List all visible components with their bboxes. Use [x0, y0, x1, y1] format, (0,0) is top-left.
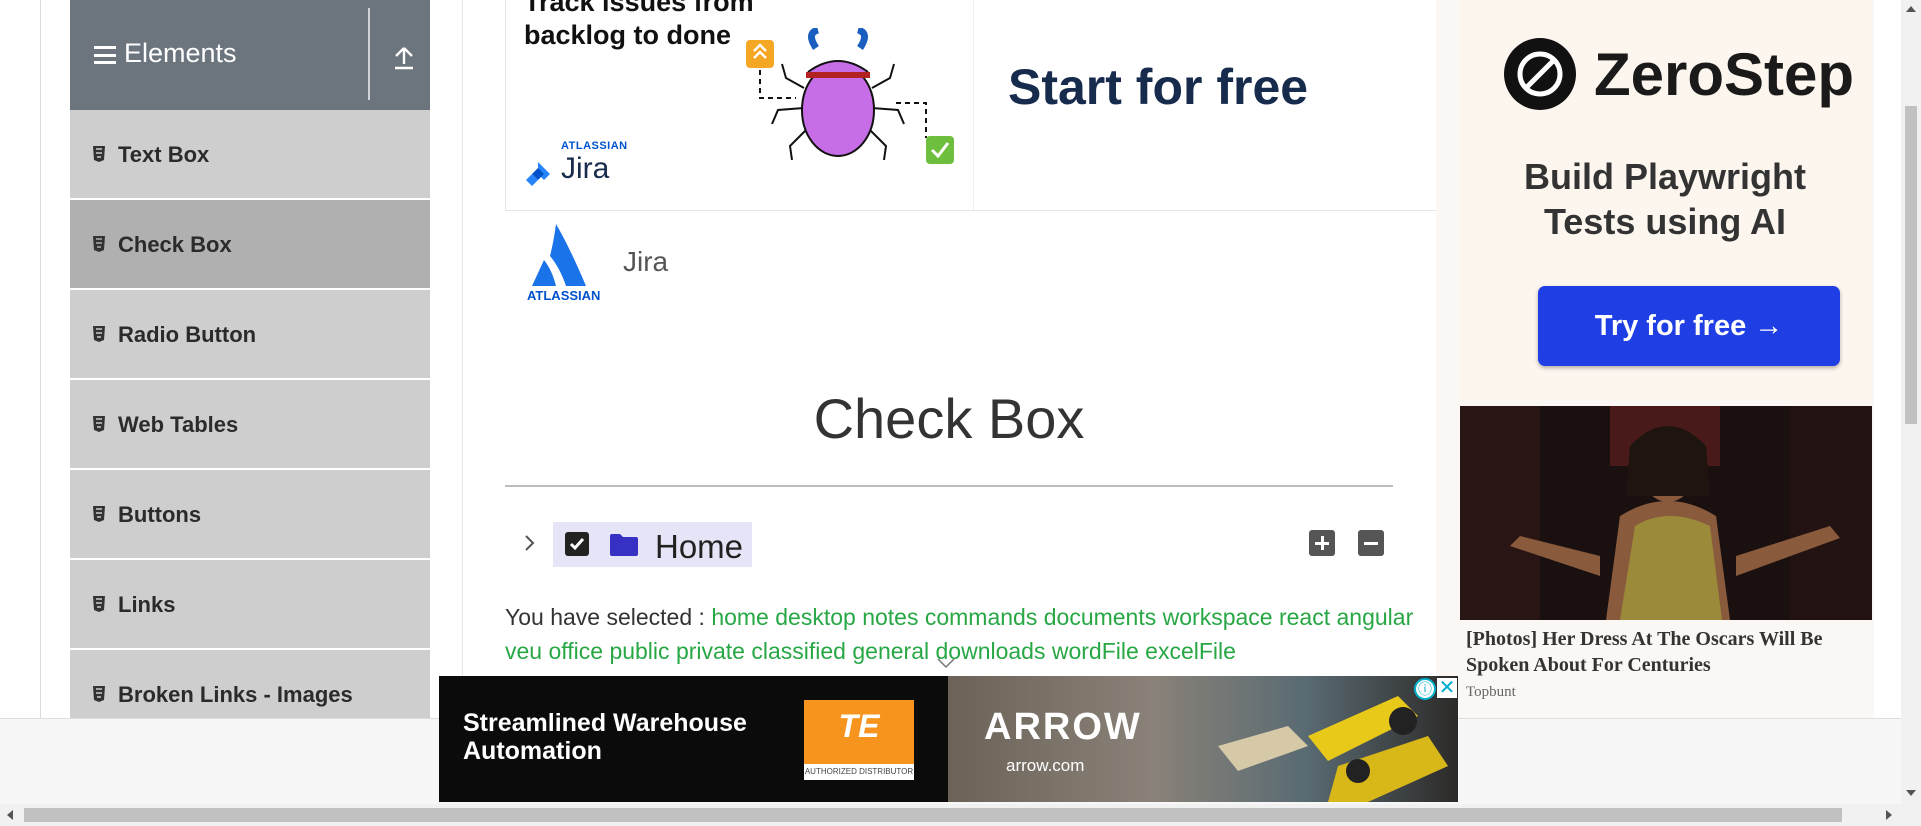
chevron-right-icon[interactable]	[516, 530, 542, 556]
html5-icon	[93, 236, 105, 252]
selected-item: documents	[1043, 604, 1157, 630]
te-authorized-label: AUTHORIZED DISTRIBUTOR	[804, 764, 914, 780]
atlassian-label: ATLASSIAN	[527, 288, 601, 303]
sidebar-item-web-tables[interactable]: Web Tables	[70, 380, 430, 470]
sidebar-item-label: Web Tables	[118, 412, 239, 437]
selected-item: public	[609, 638, 670, 664]
jira-label[interactable]: Jira	[623, 246, 668, 278]
try-for-free-button[interactable]: Try for free →	[1538, 286, 1840, 366]
arrow-url: arrow.com	[1006, 756, 1085, 775]
selected-item: office	[548, 638, 604, 664]
chevron-down-icon[interactable]	[936, 656, 956, 670]
checkmark-icon	[569, 538, 585, 551]
selected-item: notes	[862, 604, 919, 630]
article-photo[interactable]	[1460, 406, 1872, 620]
selected-item: veu	[505, 638, 543, 664]
right-ad-column: ZeroStep Build Playwright Tests using AI…	[1436, 0, 1874, 720]
html5-icon	[93, 146, 105, 162]
bug-illustration-icon	[746, 28, 954, 164]
scroll-up-arrow-icon[interactable]	[1906, 6, 1916, 12]
sidebar-item-label: Radio Button	[118, 322, 257, 347]
close-icon[interactable]: ✕	[1437, 678, 1457, 698]
zerostep-wordmark: ZeroStep	[1594, 41, 1855, 108]
selected-item: classified	[751, 638, 846, 664]
group-title: Elements	[124, 38, 237, 68]
home-checkbox[interactable]	[565, 532, 589, 556]
selected-item: home	[711, 604, 769, 630]
article-title[interactable]: [Photos] Her Dress At The Oscars Will Be…	[1466, 626, 1866, 678]
ad-headline: Track issues from backlog to done	[524, 0, 754, 50]
ad-text: Streamlined Warehouse Automation	[463, 709, 747, 765]
ad-info-icon[interactable]: ⓘ	[1414, 678, 1436, 700]
plus-icon-bar	[1320, 536, 1324, 550]
sidebar-item-label: Links	[118, 592, 176, 617]
selection-result: You have selected : home desktop notes c…	[505, 600, 1415, 668]
sidebar-item-label: Buttons	[118, 502, 202, 527]
sidebar-item-links[interactable]: Links	[70, 560, 430, 650]
sidebar-border	[462, 0, 463, 718]
selected-item: excelFile	[1145, 638, 1236, 664]
jira-logo-icon	[526, 162, 550, 186]
sidebar: Elements Text Box Check Box Radio Button…	[70, 0, 430, 718]
selected-item: workspace	[1162, 604, 1273, 630]
html5-icon	[93, 416, 105, 432]
selected-item: angular	[1336, 604, 1414, 630]
expand-all-button[interactable]	[1309, 530, 1335, 556]
title-divider	[505, 485, 1393, 487]
collapse-up-icon[interactable]	[392, 44, 416, 72]
bottom-banner-ad[interactable]: Streamlined Warehouse Automation TE AUTH…	[439, 676, 1458, 802]
html5-icon	[93, 596, 105, 612]
article-source: Topbunt	[1466, 684, 1516, 700]
sidebar-item-text-box[interactable]: Text Box	[70, 110, 430, 200]
minus-icon	[1364, 542, 1378, 545]
zerostep-logo-icon	[1504, 38, 1576, 110]
sidebar-item-label: Text Box	[118, 142, 210, 167]
atlassian-wordmark: ATLASSIAN	[561, 140, 628, 152]
html5-icon	[93, 686, 105, 702]
selected-item: private	[675, 638, 745, 664]
page-title: Check Box	[813, 387, 1085, 450]
vertical-scroll-thumb[interactable]	[1905, 106, 1917, 424]
selected-item: wordFile	[1051, 638, 1139, 664]
jira-banner-ad[interactable]: Track issues from backlog to done ATLASS…	[505, 0, 1440, 211]
collapse-all-button[interactable]	[1358, 530, 1384, 556]
vertical-scrollbar[interactable]	[1901, 0, 1921, 804]
header-divider	[368, 8, 370, 100]
sidebar-item-label: Check Box	[118, 232, 232, 257]
horizontal-scrollbar[interactable]	[0, 804, 1921, 826]
te-logo-text: TE	[838, 708, 880, 744]
sidebar-item-broken-links[interactable]: Broken Links - Images	[70, 650, 430, 718]
celebrity-photo-image	[1460, 406, 1872, 620]
arrow-logo: ARROW	[984, 706, 1142, 748]
hamburger-icon	[94, 46, 116, 64]
te-connectivity-logo: TE AUTHORIZED DISTRIBUTOR	[804, 700, 914, 780]
start-for-free-link[interactable]: Start for free	[1008, 58, 1308, 116]
sidebar-item-label: Broken Links - Images	[118, 682, 353, 707]
page-left-border	[40, 0, 41, 718]
sidebar-item-radio-button[interactable]: Radio Button	[70, 290, 430, 380]
elements-group-header[interactable]: Elements	[70, 0, 430, 110]
arrow-panel: ARROW arrow.com	[948, 676, 1458, 802]
tree-node-label: Home	[655, 528, 744, 565]
ad-divider	[973, 0, 974, 210]
scroll-left-arrow-icon[interactable]	[7, 810, 13, 820]
html5-icon	[93, 326, 105, 342]
selected-item: general	[852, 638, 930, 664]
tree-node-home[interactable]: Home	[553, 522, 752, 567]
zerostep-tagline: Build Playwright Tests using AI	[1523, 156, 1807, 242]
sidebar-item-buttons[interactable]: Buttons	[70, 470, 430, 560]
horizontal-scroll-thumb[interactable]	[24, 808, 1842, 822]
selected-item: commands	[924, 604, 1038, 630]
scroll-down-arrow-icon[interactable]	[1906, 790, 1916, 796]
scroll-right-arrow-icon[interactable]	[1886, 810, 1892, 820]
result-prefix: You have selected :	[505, 604, 705, 630]
html5-icon	[93, 506, 105, 522]
selected-item: react	[1278, 604, 1331, 630]
jira-wordmark: Jira	[561, 152, 610, 185]
sidebar-item-check-box[interactable]: Check Box	[70, 200, 430, 290]
zerostep-ad[interactable]: ZeroStep Build Playwright Tests using AI…	[1460, 0, 1872, 400]
selected-item: desktop	[775, 604, 856, 630]
folder-icon	[610, 534, 638, 556]
